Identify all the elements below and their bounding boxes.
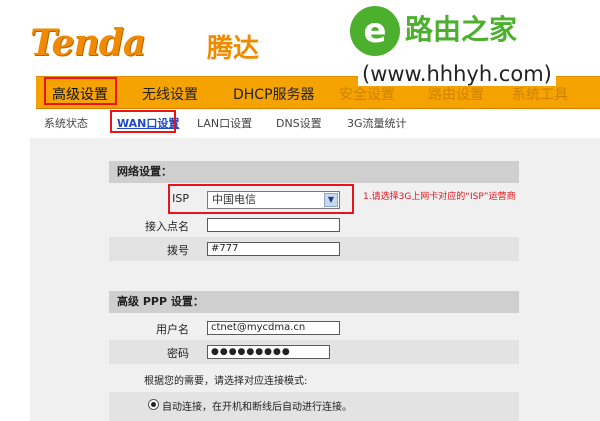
- watermark-url: (www.hhhyh.com): [358, 62, 556, 86]
- highlight-box-isp: [168, 184, 354, 214]
- network-settings-header: 网络设置：: [109, 161, 519, 183]
- subnav-dns-settings[interactable]: DNS设置: [276, 115, 322, 131]
- apn-label: 接入点名: [145, 220, 189, 233]
- tenda-logo-cn: 腾达: [207, 34, 260, 64]
- tenda-logo: Tenda: [30, 22, 146, 64]
- nav-wireless-settings[interactable]: 无线设置: [142, 84, 198, 104]
- apn-input[interactable]: [207, 218, 340, 232]
- subnav-3g-traffic-stats[interactable]: 3G流量统计: [347, 115, 407, 131]
- password-input[interactable]: ●●●●●●●●●: [207, 345, 330, 359]
- auto-connect-radio[interactable]: [148, 399, 159, 410]
- dial-input[interactable]: #777: [207, 242, 340, 256]
- watermark-logo-icon: e: [350, 6, 400, 56]
- nav-system-tools[interactable]: 系统工具: [512, 84, 568, 104]
- highlight-box-nav: [44, 77, 117, 105]
- watermark-title: 路由之家: [405, 13, 518, 46]
- isp-annotation: 1.请选择3G上网卡对应的“ISP”运营商: [363, 192, 516, 202]
- dial-label: 拨号: [167, 244, 189, 257]
- username-label: 用户名: [156, 323, 189, 336]
- subnav-lan-settings[interactable]: LAN口设置: [197, 115, 252, 131]
- password-label: 密码: [167, 347, 189, 360]
- connection-mode-prompt: 根据您的需要，请选择对应连接模式:: [144, 376, 308, 387]
- highlight-box-subnav: [110, 110, 176, 133]
- nav-routing-settings[interactable]: 路由设置: [428, 84, 484, 104]
- auto-connect-label[interactable]: 自动连接，在开机和断线后自动进行连接。: [162, 398, 352, 413]
- username-input[interactable]: ctnet@mycdma.cn: [207, 321, 340, 335]
- nav-security-settings[interactable]: 安全设置: [339, 84, 395, 104]
- nav-dhcp-server[interactable]: DHCP服务器: [233, 84, 315, 104]
- ppp-settings-header: 高级 PPP 设置：: [109, 291, 519, 313]
- subnav-system-status[interactable]: 系统状态: [44, 115, 88, 131]
